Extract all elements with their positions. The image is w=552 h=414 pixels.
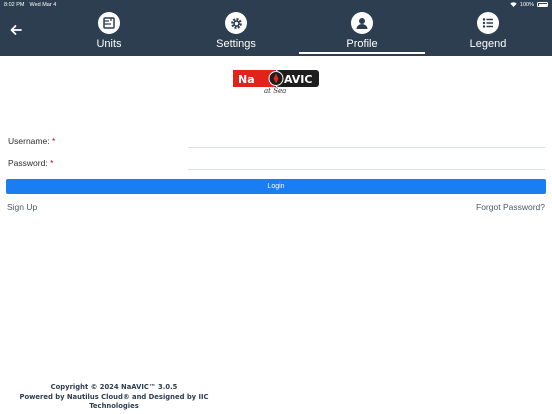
username-field[interactable]: [188, 136, 545, 148]
tab-units-label: Units: [96, 38, 122, 50]
login-button[interactable]: Login: [6, 179, 546, 194]
status-bar: 8:02 PM Wed Mar 4 100%: [0, 0, 552, 9]
user-icon: [351, 12, 373, 34]
battery-percent: 100%: [519, 1, 534, 8]
back-arrow-icon[interactable]: [9, 23, 23, 37]
battery-icon: [537, 2, 548, 7]
password-field[interactable]: [188, 158, 545, 170]
tab-settings-label: Settings: [216, 38, 256, 50]
tab-profile[interactable]: Profile: [299, 9, 425, 56]
forgot-password-link[interactable]: Forgot Password?: [476, 202, 545, 212]
top-nav-bar: Units Settings Profile Legend: [0, 9, 552, 56]
tab-legend-label: Legend: [469, 38, 507, 50]
svg-text:AVIC: AVIC: [284, 73, 312, 86]
naavic-logo: Na AVIC at Sea: [232, 68, 320, 95]
password-label: Password: *: [8, 158, 53, 168]
footer-line-1: Copyright © 2024 NaAVIC™ 3.0.5: [50, 383, 178, 391]
footer-line-3: Technologies: [89, 402, 139, 410]
tab-legend[interactable]: Legend: [458, 9, 518, 56]
selected-tab-indicator: [299, 52, 425, 54]
sign-up-link[interactable]: Sign Up: [7, 202, 37, 212]
required-mark: *: [51, 136, 56, 146]
svg-text:at Sea: at Sea: [264, 87, 286, 94]
wifi-icon: [510, 2, 517, 7]
ruler-icon: [98, 12, 120, 34]
password-label-text: Password:: [8, 158, 48, 168]
gear-icon: [225, 12, 247, 34]
footer-line-2: Powered by Nautilus Cloud® and Designed …: [19, 392, 209, 401]
svg-text:Na: Na: [238, 73, 255, 86]
username-label-text: Username:: [8, 136, 50, 146]
tab-settings[interactable]: Settings: [206, 9, 266, 56]
status-date: Wed Mar 4: [29, 1, 57, 8]
footer-copyright: Copyright © 2024 NaAVIC™ 3.0.5 Powered b…: [14, 383, 214, 412]
status-time: 8:02 PM: [4, 1, 25, 8]
tab-profile-label: Profile: [346, 38, 378, 50]
required-mark: *: [50, 158, 54, 168]
username-label: Username: *: [8, 136, 55, 146]
status-right: 100%: [510, 2, 548, 8]
tab-units[interactable]: Units: [80, 9, 138, 56]
list-icon: [477, 12, 499, 34]
